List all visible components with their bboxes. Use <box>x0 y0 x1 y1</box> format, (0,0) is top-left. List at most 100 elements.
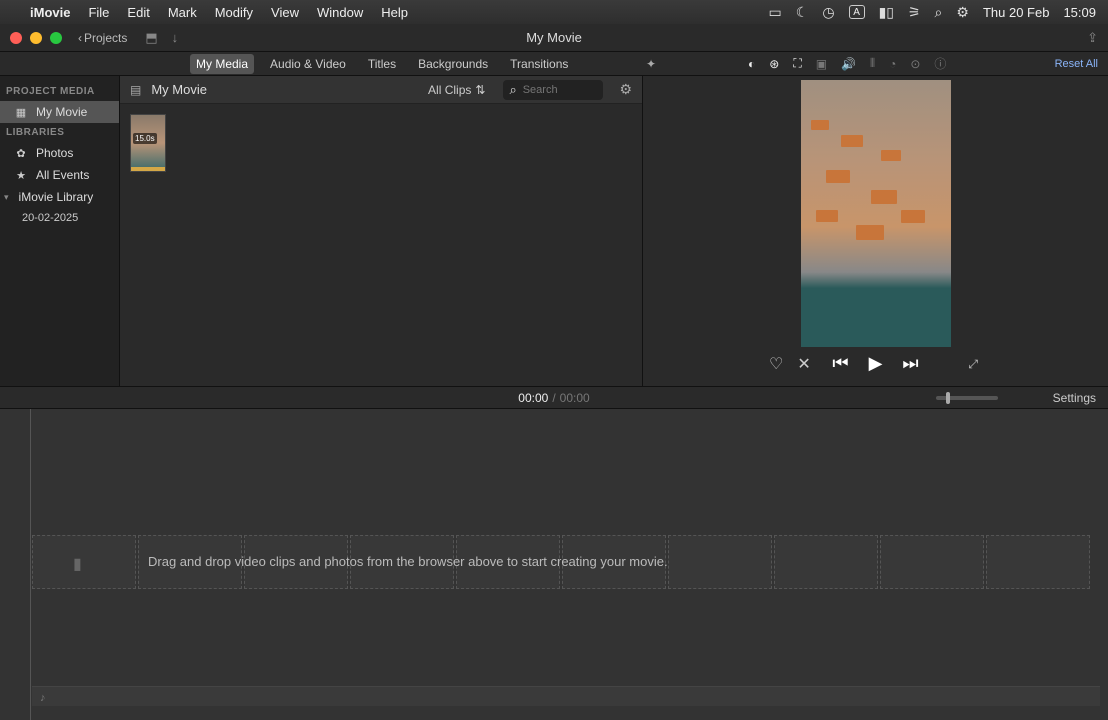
control-center-icon[interactable]: ⚙ <box>956 4 969 21</box>
drop-slot[interactable] <box>986 535 1090 589</box>
drop-slot[interactable] <box>774 535 878 589</box>
menu-help[interactable]: Help <box>381 5 408 20</box>
back-to-projects-button[interactable]: ‹ Projects <box>78 31 127 45</box>
menu-window[interactable]: Window <box>317 5 363 20</box>
search-input[interactable] <box>523 84 583 96</box>
current-time: 00:00 <box>518 391 548 405</box>
prev-frame-button[interactable]: ⏮ <box>832 353 848 374</box>
traffic-lights <box>10 32 62 44</box>
search-box[interactable]: ⌕ <box>503 80 603 100</box>
volume-icon[interactable]: 🔊 <box>841 57 856 71</box>
audio-track[interactable] <box>32 686 1100 706</box>
tab-titles[interactable]: Titles <box>362 54 402 74</box>
sidebar-item-label: Photos <box>36 146 73 160</box>
search-spotlight-icon[interactable]: ⌕ <box>935 4 943 21</box>
film-icon: ▦ <box>14 106 28 119</box>
playback-controls: ⏮ ▶ ⏭ <box>832 353 918 374</box>
wifi-icon[interactable]: ⚞ <box>908 4 921 21</box>
sidebar-item-imovie-library[interactable]: ▾ iMovie Library <box>0 186 119 208</box>
minimize-window-button[interactable] <box>30 32 42 44</box>
macos-menubar: iMovie File Edit Mark Modify View Window… <box>0 0 1108 24</box>
filmstrip-icon: ▮ <box>73 554 82 574</box>
media-browser: ▤ My Movie All Clips ⇅ ⌕ ⚙ 15.0s <box>120 76 642 386</box>
fullscreen-icon[interactable]: ⤢ <box>968 357 978 372</box>
clip-duration-badge: 15.0s <box>133 133 157 144</box>
import-media-icon[interactable]: ⬒ <box>145 30 157 46</box>
menu-edit[interactable]: Edit <box>127 5 149 20</box>
drop-slot[interactable] <box>668 535 772 589</box>
speed-icon[interactable]: ◔ <box>889 57 896 71</box>
sidebar-item-photos[interactable]: ✿ Photos <box>0 142 119 164</box>
menu-view[interactable]: View <box>271 5 299 20</box>
timecode-row: 00:00 / 00:00 Settings <box>0 386 1108 408</box>
play-button[interactable]: ▶ <box>869 353 883 374</box>
stabilization-icon[interactable]: ▣ <box>816 57 827 71</box>
photos-icon: ✿ <box>14 147 28 160</box>
music-note-icon: ♪ <box>40 692 46 704</box>
app-name[interactable]: iMovie <box>30 5 70 20</box>
sidebar-item-date-event[interactable]: 20-02-2025 <box>0 208 119 228</box>
clip-used-bar <box>131 167 165 171</box>
timeline-settings-button[interactable]: Settings <box>1053 391 1096 405</box>
browser-header: ▤ My Movie All Clips ⇅ ⌕ ⚙ <box>120 76 642 104</box>
clip-filter-icon[interactable]: ⊙ <box>910 57 920 71</box>
menu-modify[interactable]: Modify <box>215 5 253 20</box>
preview-viewer: ♡ ✕ ⏮ ▶ ⏭ ⤢ <box>642 76 1108 386</box>
noise-eq-icon[interactable]: ⫴ <box>870 56 875 71</box>
reset-all-button[interactable]: Reset All <box>1055 58 1098 70</box>
tab-audio-video[interactable]: Audio & Video <box>264 54 352 74</box>
chevron-down-icon[interactable]: ▾ <box>4 192 9 203</box>
timeline[interactable]: Drag and drop video clips and photos fro… <box>0 408 1108 720</box>
next-frame-button[interactable]: ⏭ <box>902 353 918 374</box>
crop-icon[interactable]: ⛶ <box>793 56 801 71</box>
updown-icon: ⇅ <box>475 83 485 97</box>
clock-icon[interactable]: ◷ <box>822 4 834 21</box>
favorite-heart-icon[interactable]: ♡ <box>769 354 783 374</box>
close-window-button[interactable] <box>10 32 22 44</box>
enhance-wand-icon[interactable]: ✦ <box>646 57 656 71</box>
dnd-moon-icon[interactable]: ☾ <box>796 4 809 21</box>
keyboard-input-icon[interactable]: A <box>849 5 865 19</box>
sidebar-item-label: iMovie Library <box>19 190 94 204</box>
tab-transitions[interactable]: Transitions <box>504 54 574 74</box>
tab-my-media[interactable]: My Media <box>190 54 254 74</box>
time-separator: / <box>552 391 555 405</box>
drop-slot[interactable] <box>880 535 984 589</box>
timeline-zoom-slider[interactable] <box>936 396 998 400</box>
maximize-window-button[interactable] <box>50 32 62 44</box>
menubar-date[interactable]: Thu 20 Feb <box>983 5 1050 20</box>
clip-area[interactable]: 15.0s <box>120 104 642 386</box>
events-star-icon: ★ <box>14 169 28 182</box>
playhead[interactable] <box>30 409 31 720</box>
share-icon[interactable]: ⇪ <box>1087 30 1098 46</box>
gear-icon[interactable]: ⚙ <box>619 81 632 98</box>
window-title: My Movie <box>526 30 582 45</box>
libraries-header: LIBRARIES <box>0 123 119 142</box>
sidebar-item-all-events[interactable]: ★ All Events <box>0 164 119 186</box>
sidebar-item-label: My Movie <box>36 105 87 119</box>
sidebar-item-my-movie[interactable]: ▦ My Movie <box>0 101 119 123</box>
menubar-time[interactable]: 15:09 <box>1063 5 1096 20</box>
clips-filter-dropdown[interactable]: All Clips ⇅ <box>428 83 485 97</box>
info-icon[interactable]: ⓘ <box>934 55 946 72</box>
chevron-left-icon: ‹ <box>78 31 82 45</box>
window-titlebar: ‹ Projects ⬒ ↓ My Movie ⇪ <box>0 24 1108 52</box>
drop-slot[interactable]: ▮ <box>32 535 136 589</box>
tab-backgrounds[interactable]: Backgrounds <box>412 54 494 74</box>
battery-icon[interactable]: ▮▯ <box>879 4 894 21</box>
library-sidebar: PROJECT MEDIA ▦ My Movie LIBRARIES ✿ Pho… <box>0 76 120 386</box>
list-view-icon[interactable]: ▤ <box>130 83 141 97</box>
color-correction-icon[interactable]: ⊛ <box>769 57 779 71</box>
menu-file[interactable]: File <box>88 5 109 20</box>
filter-label: All Clips <box>428 83 471 97</box>
display-icon[interactable]: ▭ <box>769 4 782 21</box>
preview-frame[interactable] <box>801 80 951 347</box>
media-clip[interactable]: 15.0s <box>130 114 166 172</box>
search-icon: ⌕ <box>509 82 516 98</box>
menu-mark[interactable]: Mark <box>168 5 197 20</box>
color-balance-icon[interactable]: ◐ <box>748 57 755 71</box>
download-icon[interactable]: ↓ <box>172 30 179 46</box>
sidebar-item-label: All Events <box>36 168 89 182</box>
reject-x-icon[interactable]: ✕ <box>797 354 810 374</box>
main-split: PROJECT MEDIA ▦ My Movie LIBRARIES ✿ Pho… <box>0 76 1108 386</box>
